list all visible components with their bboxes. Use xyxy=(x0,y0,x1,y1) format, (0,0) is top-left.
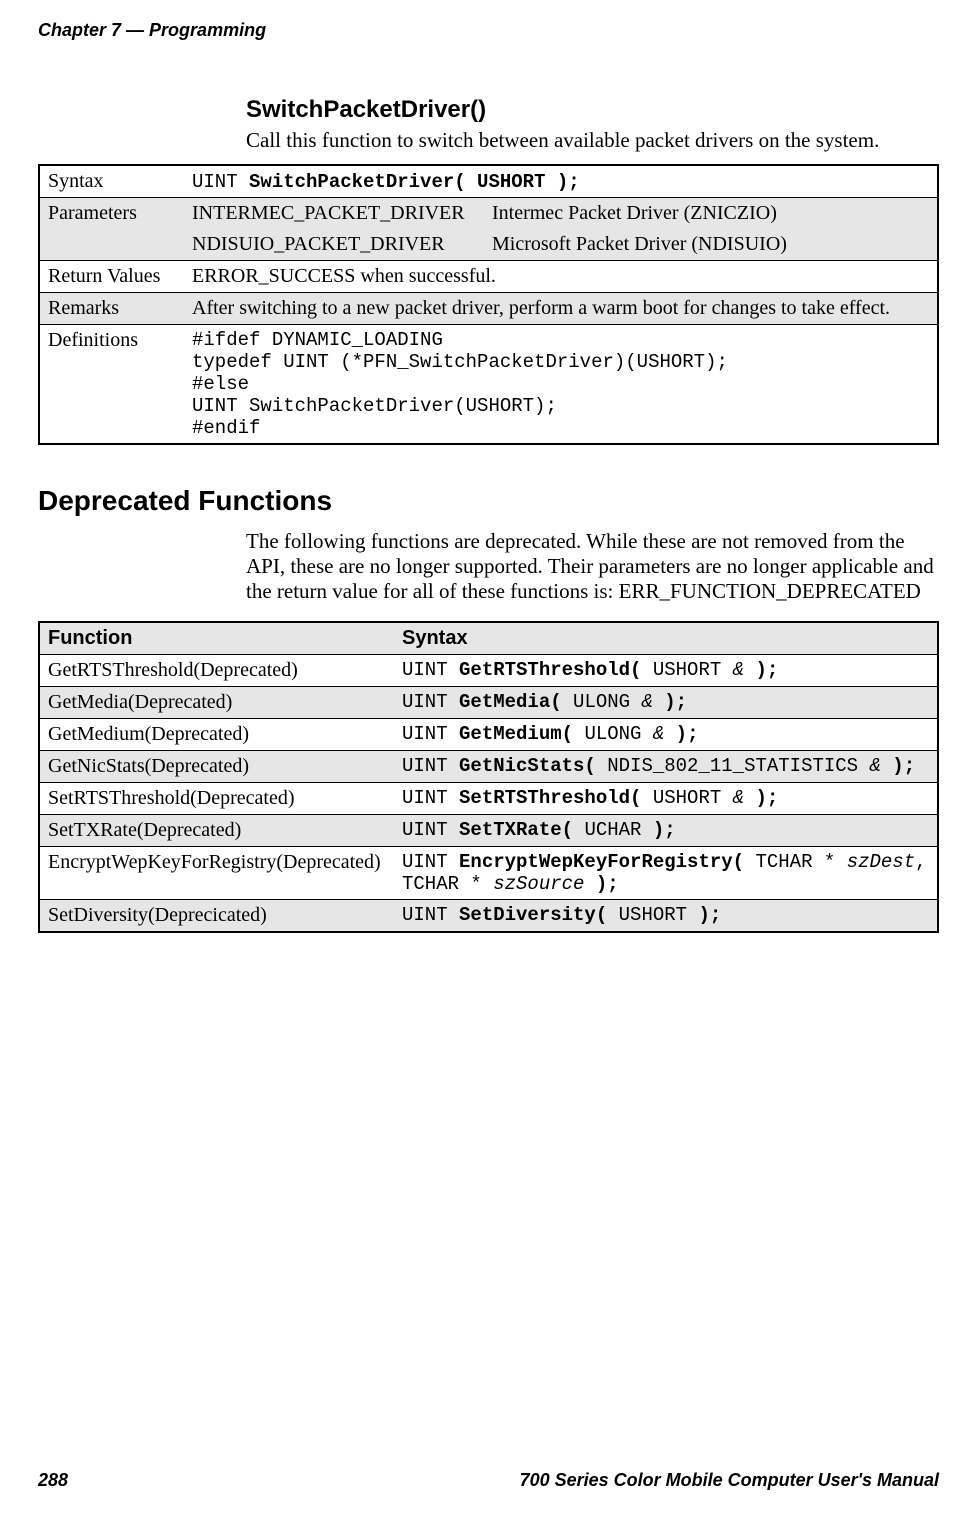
mid: USHORT xyxy=(641,787,732,809)
dep-fn: GetMedia(Deprecated) xyxy=(39,687,394,719)
return-label: Return Values xyxy=(39,261,184,293)
th-function: Function xyxy=(39,622,394,655)
param1-key: INTERMEC_PACKET_DRIVER xyxy=(192,202,492,225)
post: ); xyxy=(744,659,778,681)
syntax-bold: SwitchPacketDriver( USHORT ); xyxy=(249,171,580,193)
mid: ULONG xyxy=(573,723,653,745)
mid: NDIS_802_11_STATISTICS xyxy=(596,755,870,777)
post: ); xyxy=(698,904,721,926)
remarks-label: Remarks xyxy=(39,293,184,325)
bold: EncryptWepKeyForRegistry( xyxy=(459,851,744,873)
ital2: szSource xyxy=(493,873,584,895)
dep-syntax: UINT SetDiversity( USHORT ); xyxy=(394,900,938,933)
mid: USHORT xyxy=(641,659,732,681)
pre: UINT xyxy=(402,691,459,713)
dep-syntax: UINT SetRTSThreshold( USHORT & ); xyxy=(394,783,938,815)
param1-val: Intermec Packet Driver (ZNICZIO) xyxy=(492,202,777,224)
chapter-label: Chapter 7 xyxy=(38,20,121,40)
syntax-cell: UINT SwitchPacketDriver( USHORT ); xyxy=(184,165,938,198)
post: ); xyxy=(664,723,698,745)
dep-syntax: UINT GetMedium( ULONG & ); xyxy=(394,719,938,751)
dep-fn: GetRTSThreshold(Deprecated) xyxy=(39,655,394,687)
th-syntax: Syntax xyxy=(394,622,938,655)
function-intro: Call this function to switch between ava… xyxy=(246,128,939,152)
bold: GetRTSThreshold( xyxy=(459,659,641,681)
pre: UINT xyxy=(402,904,459,926)
defs-l1: #ifdef DYNAMIC_LOADING xyxy=(192,329,929,351)
pre: UINT xyxy=(402,755,459,777)
deprecated-table: Function Syntax GetRTSThreshold(Deprecat… xyxy=(38,621,939,933)
bold: SetRTSThreshold( xyxy=(459,787,641,809)
dep-syntax: UINT SetTXRate( UCHAR ); xyxy=(394,815,938,847)
manual-title: 700 Series Color Mobile Computer User's … xyxy=(520,1470,939,1491)
amp: & xyxy=(641,691,652,713)
pre: UINT xyxy=(402,819,459,841)
dep-syntax: UINT GetRTSThreshold( USHORT & ); xyxy=(394,655,938,687)
post2: ); xyxy=(584,873,618,895)
bold: SetDiversity( xyxy=(459,904,607,926)
dep-fn: GetNicStats(Deprecated) xyxy=(39,751,394,783)
page-number: 288 xyxy=(38,1470,68,1491)
ital1: szDest xyxy=(847,851,915,873)
defs-label: Definitions xyxy=(39,325,184,445)
amp: & xyxy=(653,723,664,745)
bold: SetTXRate( xyxy=(459,819,573,841)
dep-syntax: UINT GetNicStats( NDIS_802_11_STATISTICS… xyxy=(394,751,938,783)
syntax-pre: UINT xyxy=(192,171,249,193)
pre: UINT xyxy=(402,723,459,745)
dep-fn: SetDiversity(Deprecicated) xyxy=(39,900,394,933)
api-table: Syntax UINT SwitchPacketDriver( USHORT )… xyxy=(38,164,939,445)
amp: & xyxy=(870,755,881,777)
pre: UINT xyxy=(402,659,459,681)
head-sep: — xyxy=(121,20,149,40)
chapter-title: Programming xyxy=(149,20,266,40)
param2-key: NDISUIO_PACKET_DRIVER xyxy=(192,233,492,256)
bold: GetMedia( xyxy=(459,691,562,713)
amp: & xyxy=(733,659,744,681)
dep-syntax: UINT EncryptWepKeyForRegistry( TCHAR * s… xyxy=(394,847,938,900)
pre: UINT xyxy=(402,787,459,809)
defs-l2: typedef UINT (*PFN_SwitchPacketDriver)(U… xyxy=(192,351,929,373)
defs-cell: #ifdef DYNAMIC_LOADING typedef UINT (*PF… xyxy=(184,325,938,445)
mid: UCHAR xyxy=(573,819,653,841)
function-title: SwitchPacketDriver() xyxy=(246,96,939,124)
post: ); xyxy=(653,819,676,841)
post: ); xyxy=(744,787,778,809)
mid: TCHAR * xyxy=(744,851,847,873)
bold: GetNicStats( xyxy=(459,755,596,777)
bold: GetMedium( xyxy=(459,723,573,745)
dep-fn: GetMedium(Deprecated) xyxy=(39,719,394,751)
amp: & xyxy=(733,787,744,809)
deprecated-intro: The following functions are deprecated. … xyxy=(246,529,939,603)
dep-fn: SetRTSThreshold(Deprecated) xyxy=(39,783,394,815)
running-head: Chapter 7 — Programming xyxy=(38,20,939,41)
dep-fn: SetTXRate(Deprecated) xyxy=(39,815,394,847)
dep-syntax: UINT GetMedia( ULONG & ); xyxy=(394,687,938,719)
param1-cell: INTERMEC_PACKET_DRIVERIntermec Packet Dr… xyxy=(184,198,938,230)
dep-fn: EncryptWepKeyForRegistry(Deprecated) xyxy=(39,847,394,900)
page-footer: 288 700 Series Color Mobile Computer Use… xyxy=(38,1470,939,1491)
remarks-val: After switching to a new packet driver, … xyxy=(184,293,938,325)
pre: UINT xyxy=(402,851,459,873)
defs-l4: UINT SwitchPacketDriver(USHORT); xyxy=(192,395,929,417)
syntax-label: Syntax xyxy=(39,165,184,198)
defs-l3: #else xyxy=(192,373,929,395)
mid: USHORT xyxy=(607,904,698,926)
return-val: ERROR_SUCCESS when successful. xyxy=(184,261,938,293)
post: ); xyxy=(653,691,687,713)
params-label: Parameters xyxy=(39,198,184,261)
param2-val: Microsoft Packet Driver (NDISUIO) xyxy=(492,233,787,255)
deprecated-heading: Deprecated Functions xyxy=(38,485,939,517)
param2-cell: NDISUIO_PACKET_DRIVERMicrosoft Packet Dr… xyxy=(184,229,938,261)
post: ); xyxy=(881,755,915,777)
mid: ULONG xyxy=(562,691,642,713)
defs-l5: #endif xyxy=(192,417,929,439)
